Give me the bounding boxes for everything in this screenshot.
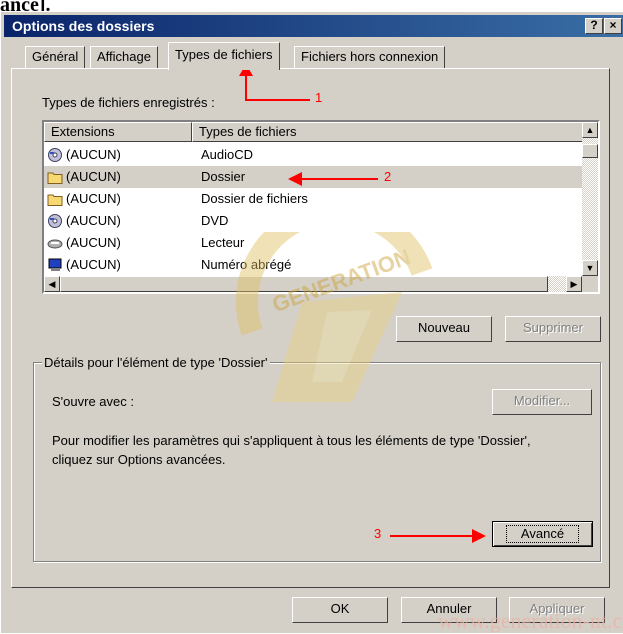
modify-button[interactable]: Modifier... bbox=[492, 389, 592, 415]
row-type: Lecteur bbox=[201, 235, 245, 250]
horizontal-scrollbar[interactable]: ◀ ▶ bbox=[44, 276, 582, 292]
folder-icon bbox=[47, 172, 63, 184]
row-extension: (AUCUN) bbox=[66, 213, 121, 228]
registered-types-label: Types de fichiers enregistrés : bbox=[42, 95, 215, 110]
annotation-2: 2 bbox=[384, 169, 392, 184]
help-button[interactable]: ? bbox=[585, 18, 603, 34]
title-bar[interactable]: Options des dossiers ? × bbox=[4, 15, 623, 37]
row-type: Dossier bbox=[201, 169, 246, 184]
opens-with-label: S'ouvre avec : bbox=[52, 394, 134, 409]
list-item[interactable]: (AUCUN) Numéro abrégé bbox=[44, 254, 582, 276]
row-type: DVD bbox=[201, 213, 229, 228]
drive-icon bbox=[47, 239, 63, 249]
tab-view[interactable]: Affichage bbox=[90, 46, 158, 68]
folder-icon bbox=[47, 194, 63, 206]
row-extension: (AUCUN) bbox=[66, 191, 121, 206]
computer-icon bbox=[48, 258, 62, 271]
list-item[interactable]: (AUCUN) AudioCD bbox=[44, 144, 582, 166]
arrow-left-icon bbox=[288, 172, 302, 186]
hscroll-thumb[interactable] bbox=[60, 276, 548, 292]
watermark-url: www.generation-nt.com bbox=[438, 608, 623, 633]
tab-general[interactable]: Général bbox=[25, 46, 86, 68]
list-item[interactable]: (AUCUN) Lecteur bbox=[44, 232, 582, 254]
close-button[interactable]: × bbox=[604, 18, 622, 34]
list-item[interactable]: (AUCUN) Dossier bbox=[44, 166, 582, 188]
tab-file-types[interactable]: Types de fichiers bbox=[168, 42, 280, 70]
delete-button[interactable]: Supprimer bbox=[505, 316, 601, 342]
row-extension: (AUCUN) bbox=[66, 235, 121, 250]
vertical-scrollbar[interactable]: ▲ ▼ bbox=[582, 122, 598, 276]
row-type: Dossier de fichiers bbox=[201, 191, 308, 206]
row-extension: (AUCUN) bbox=[66, 147, 121, 162]
annotation-1-line bbox=[245, 72, 247, 100]
ok-button[interactable]: OK bbox=[292, 597, 388, 623]
scroll-left-icon[interactable]: ◀ bbox=[44, 276, 60, 292]
arrow-right-icon bbox=[472, 529, 486, 543]
details-legend: Détails pour l'élément de type 'Dossier' bbox=[42, 355, 270, 370]
row-type: Numéro abrégé bbox=[201, 257, 292, 272]
cd-icon bbox=[48, 214, 62, 228]
row-extension: (AUCUN) bbox=[66, 169, 121, 184]
annotation-2-line bbox=[300, 178, 378, 180]
annotation-1: 1 bbox=[315, 90, 323, 105]
list-item[interactable]: (AUCUN) Dossier de fichiers bbox=[44, 188, 582, 210]
description-line-1: Pour modifier les paramètres qui s'appli… bbox=[52, 433, 531, 448]
annotation-1-line bbox=[245, 99, 310, 101]
row-extension: (AUCUN) bbox=[66, 257, 121, 272]
list-item[interactable]: (AUCUN) DVD bbox=[44, 210, 582, 232]
cd-icon bbox=[48, 148, 62, 162]
scroll-thumb[interactable] bbox=[582, 144, 598, 158]
list-header: Extensions Types de fichiers bbox=[44, 122, 584, 142]
window-title: Options des dossiers bbox=[12, 18, 155, 34]
column-extensions[interactable]: Extensions bbox=[44, 122, 192, 142]
file-types-list[interactable]: Extensions Types de fichiers (AUCUN) Aud… bbox=[42, 120, 600, 294]
tab-offline-files[interactable]: Fichiers hors connexion bbox=[294, 46, 446, 68]
row-type: AudioCD bbox=[201, 147, 254, 162]
description-line-2: cliquez sur Options avancées. bbox=[52, 452, 226, 467]
advanced-button[interactable]: Avancé bbox=[492, 521, 593, 547]
scroll-corner bbox=[582, 276, 598, 292]
annotation-3: 3 bbox=[374, 526, 382, 541]
scroll-up-icon[interactable]: ▲ bbox=[582, 122, 598, 138]
annotation-3-line bbox=[390, 535, 474, 537]
scroll-right-icon[interactable]: ▶ bbox=[566, 276, 582, 292]
advanced-label: Avancé bbox=[505, 525, 580, 543]
scroll-down-icon[interactable]: ▼ bbox=[582, 260, 598, 276]
new-button[interactable]: Nouveau bbox=[396, 316, 492, 342]
column-file-types[interactable]: Types de fichiers bbox=[192, 122, 584, 142]
